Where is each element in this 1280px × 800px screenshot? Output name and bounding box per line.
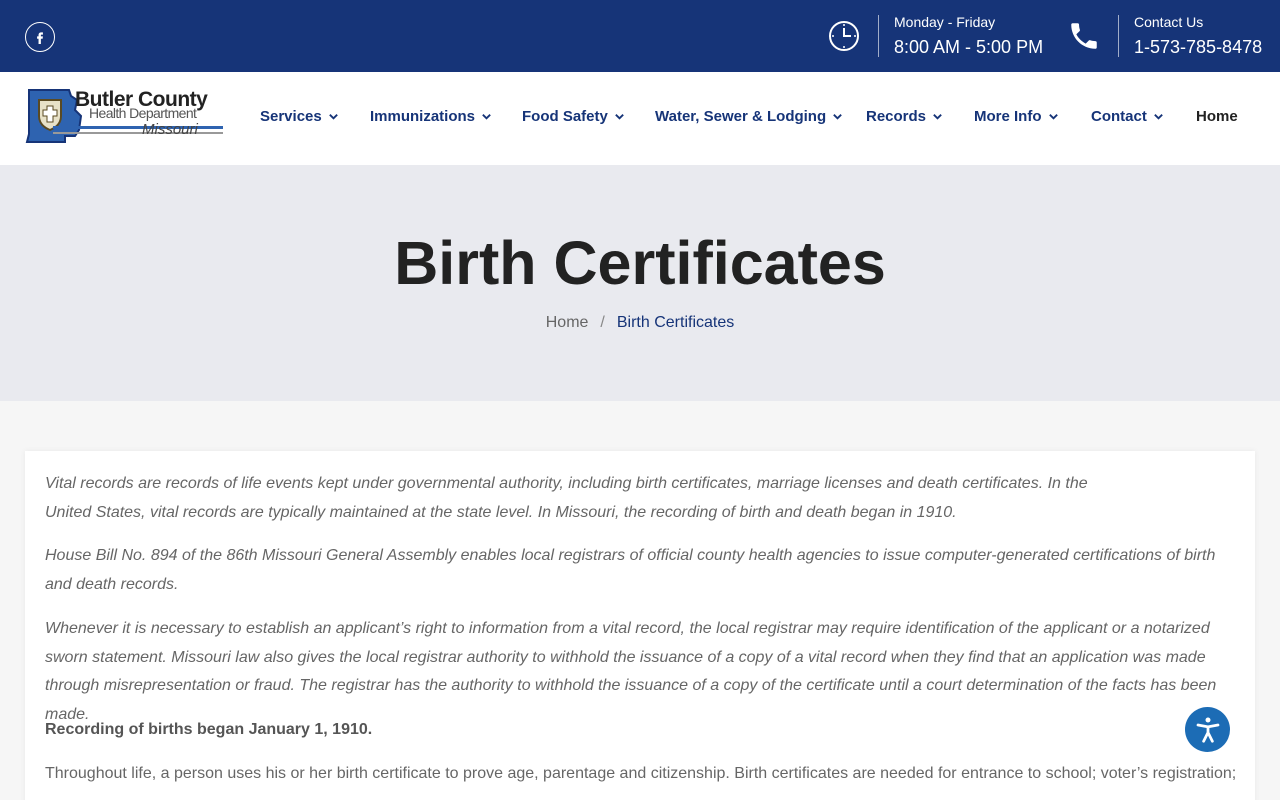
nav-label: Immunizations xyxy=(370,108,476,125)
nav-label: Food Safety xyxy=(522,108,608,125)
logo-state: Missouri xyxy=(142,121,198,138)
top-bar: Monday - Friday 8:00 AM - 5:00 PM Contac… xyxy=(0,0,1280,72)
divider xyxy=(878,15,879,57)
logo-subtitle: Health Department xyxy=(89,105,197,121)
accessibility-icon xyxy=(1196,717,1219,743)
chevron-down-icon xyxy=(328,114,338,120)
chevron-down-icon xyxy=(1048,114,1058,120)
nav-water-sewer-lodging[interactable]: Water, Sewer & Lodging xyxy=(655,108,843,125)
chevron-down-icon xyxy=(933,114,942,120)
paragraph-registrar: Whenever it is necessary to establish an… xyxy=(45,620,1217,723)
nav-home[interactable]: Home xyxy=(1196,108,1238,125)
content-card: Vital records are records of life events… xyxy=(25,451,1255,800)
phone-number-link[interactable]: 1-573-785-8478 xyxy=(1134,36,1262,58)
chevron-down-icon xyxy=(833,114,842,120)
contact-label: Contact Us xyxy=(1134,14,1204,30)
nav-food-safety[interactable]: Food Safety xyxy=(522,108,625,125)
nav-label: Services xyxy=(260,108,322,125)
contact-info[interactable]: Contact Us 1-573-785-8478 xyxy=(1064,14,1262,58)
main-nav: Butler County Health Department Missouri… xyxy=(0,72,1280,165)
page-title: Birth Certificates xyxy=(394,229,886,297)
nav-records[interactable]: Records xyxy=(866,108,943,125)
hours-label: Monday - Friday xyxy=(894,14,996,30)
facebook-icon[interactable] xyxy=(25,22,55,52)
office-hours: Monday - Friday 8:00 AM - 5:00 PM xyxy=(824,14,1043,58)
paragraph-recording-began: Recording of births began January 1, 191… xyxy=(45,721,373,738)
nav-label: Records xyxy=(866,108,927,125)
clock-icon xyxy=(824,16,864,56)
nav-immunizations[interactable]: Immunizations xyxy=(370,108,492,125)
page-hero: Birth Certificates Home / Birth Certificat… xyxy=(0,165,1280,401)
breadcrumb-separator: / xyxy=(600,314,605,331)
nav-services[interactable]: Services xyxy=(260,108,339,125)
paragraph-vital-records: Vital records are records of life events… xyxy=(45,475,1088,521)
breadcrumb-current: Birth Certificates xyxy=(616,314,735,331)
paragraph-house-bill: House Bill No. 894 of the 86th Missouri … xyxy=(45,547,1216,593)
phone-icon xyxy=(1064,16,1104,56)
nav-label: Water, Sewer & Lodging xyxy=(655,108,827,125)
nav-contact[interactable]: Contact xyxy=(1091,108,1164,125)
breadcrumb-home-link[interactable]: Home xyxy=(546,314,589,331)
hours-value: 8:00 AM - 5:00 PM xyxy=(894,37,1044,57)
nav-label: Contact xyxy=(1091,108,1147,125)
nav-label: More Info xyxy=(974,108,1042,125)
site-logo[interactable]: Butler County Health Department Missouri xyxy=(25,86,225,150)
nav-more-info[interactable]: More Info xyxy=(974,108,1059,125)
chevron-down-icon xyxy=(482,114,491,120)
paragraph-birth-certificate-uses: Throughout life, a person uses his or he… xyxy=(45,765,1237,782)
nav-label: Home xyxy=(1196,108,1238,125)
chevron-down-icon xyxy=(1154,114,1163,120)
chevron-down-icon xyxy=(615,114,624,120)
accessibility-button[interactable] xyxy=(1185,707,1230,752)
breadcrumb: Home / Birth Certificates xyxy=(0,314,1280,332)
divider xyxy=(1118,15,1119,57)
